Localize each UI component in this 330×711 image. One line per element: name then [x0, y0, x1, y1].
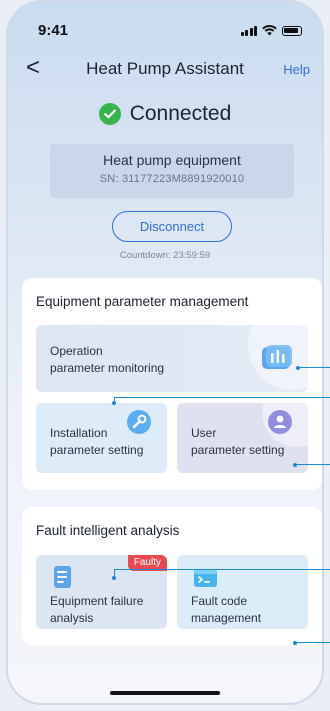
phone-screen: 9:41 < Heat Pump Assistant Help Connecte…	[6, 0, 324, 705]
home-indicator	[110, 691, 220, 695]
device-name: Heat pump equipment	[103, 152, 241, 168]
code-line2: management	[191, 611, 262, 625]
connection-status: Connected	[8, 102, 322, 126]
status-bar: 9:41	[8, 22, 322, 42]
page-title: Heat Pump Assistant	[86, 59, 244, 78]
wrench-icon	[127, 410, 151, 434]
status-icons	[240, 25, 302, 36]
check-circle-icon	[98, 103, 121, 125]
callout-line	[298, 367, 330, 368]
device-serial: SN: 31177223M8891920010	[99, 173, 245, 185]
failure-line2: analysis	[50, 611, 94, 625]
installation-parameter-tile[interactable]: Installation parameter setting	[36, 403, 167, 473]
callout-line	[114, 569, 115, 578]
callout-line	[114, 397, 115, 403]
installation-line2: parameter setting	[50, 443, 144, 457]
callout-line	[295, 464, 330, 465]
monitoring-line2: parameter monitoring	[50, 361, 165, 375]
battery-icon	[282, 25, 302, 36]
status-time: 9:41	[38, 22, 69, 39]
chart-bars-icon	[262, 345, 292, 369]
document-icon	[54, 566, 71, 588]
equipment-failure-tile[interactable]: Faulty Equipment failure analysis	[36, 555, 167, 629]
failure-line1: Equipment failure	[50, 594, 144, 608]
signal-icon	[240, 25, 257, 36]
callout-line	[114, 569, 330, 570]
nav-bar: < Heat Pump Assistant Help	[8, 56, 322, 82]
terminal-icon	[194, 569, 217, 587]
callout-line	[295, 642, 330, 643]
countdown-text: Countdown: 23:59:59	[119, 250, 211, 261]
code-line1: Fault code	[191, 594, 248, 608]
monitoring-line1: Operation	[50, 344, 103, 358]
user-parameter-tile[interactable]: User parameter setting	[177, 403, 308, 473]
operation-monitoring-label: Operation parameter monitoring	[50, 343, 164, 377]
fault-code-label: Fault code management	[191, 593, 261, 627]
equipment-section-title: Equipment parameter management	[36, 294, 249, 309]
help-link[interactable]: Help	[283, 62, 310, 77]
equipment-failure-label: Equipment failure analysis	[50, 593, 143, 627]
fault-section-title: Fault intelligent analysis	[36, 523, 180, 538]
user-line2: parameter setting	[191, 443, 285, 457]
connection-status-label: Connected	[129, 102, 232, 125]
user-icon	[268, 410, 292, 434]
equipment-parameter-card: Equipment parameter management Operation…	[22, 278, 322, 490]
device-info: Heat pump equipment SN: 31177223M8891920…	[50, 144, 294, 198]
fault-code-tile[interactable]: Fault code management	[177, 555, 308, 629]
disconnect-button[interactable]: Disconnect	[112, 211, 232, 242]
callout-line	[114, 397, 330, 398]
wifi-icon	[262, 25, 277, 36]
fault-analysis-card: Fault intelligent analysis Faulty Equipm…	[22, 507, 322, 645]
operation-monitoring-tile[interactable]: Operation parameter monitoring	[36, 325, 308, 392]
